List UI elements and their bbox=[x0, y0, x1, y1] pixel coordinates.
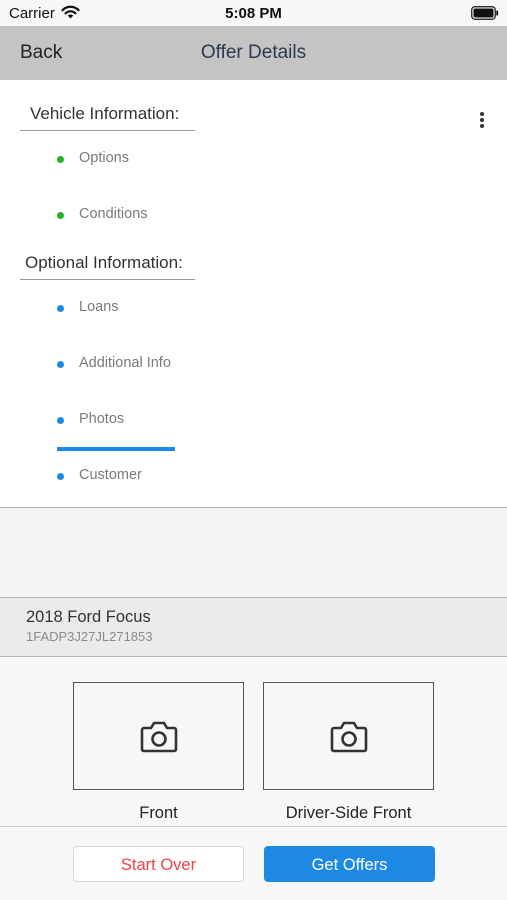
start-over-button[interactable]: Start Over bbox=[73, 846, 244, 882]
menu-item-options[interactable]: Options bbox=[57, 146, 257, 172]
battery-icon bbox=[471, 6, 499, 20]
status-dot bbox=[57, 417, 64, 424]
menu-item-label: Conditions bbox=[79, 206, 148, 222]
nav-bar: Back Offer Details bbox=[0, 26, 507, 80]
menu-item-additional-info[interactable]: Additional Info bbox=[57, 351, 257, 377]
menu-item-conditions[interactable]: Conditions bbox=[57, 202, 257, 228]
vehicle-summary: 2018 Ford Focus 1FADP3J27JL271853 bbox=[0, 597, 507, 657]
status-bar: Carrier 5:08 PM bbox=[0, 0, 507, 26]
status-time: 5:08 PM bbox=[225, 5, 282, 22]
camera-icon bbox=[140, 721, 178, 753]
spacer-area bbox=[0, 508, 507, 597]
status-dot bbox=[57, 473, 64, 480]
menu-item-label: Customer bbox=[79, 467, 142, 483]
menu-item-loans[interactable]: Loans bbox=[57, 295, 257, 321]
get-offers-button[interactable]: Get Offers bbox=[264, 846, 435, 882]
page-title: Offer Details bbox=[200, 42, 307, 63]
status-dot bbox=[57, 212, 64, 219]
menu-item-label: Loans bbox=[79, 299, 119, 315]
more-options-icon[interactable] bbox=[472, 108, 492, 132]
menu-item-label: Options bbox=[79, 150, 129, 166]
photo-slot-front[interactable] bbox=[73, 682, 244, 790]
menu-item-label: Photos bbox=[79, 411, 125, 427]
camera-icon bbox=[330, 721, 368, 753]
vehicle-name: 2018 Ford Focus bbox=[26, 608, 151, 626]
menu-item-label: Additional Info bbox=[79, 355, 171, 371]
status-dot bbox=[57, 305, 64, 312]
vehicle-information-header: Vehicle Information: bbox=[20, 101, 195, 131]
photo-label-driver-side-front: Driver-Side Front bbox=[285, 804, 412, 822]
status-dot bbox=[57, 156, 64, 163]
menu-item-photos[interactable]: Photos bbox=[57, 407, 257, 433]
optional-information-header: Optional Information: bbox=[20, 250, 195, 280]
status-dot bbox=[57, 361, 64, 368]
active-item-indicator bbox=[57, 447, 175, 451]
menu-item-customer[interactable]: Customer bbox=[57, 463, 257, 489]
photo-slot-driver-side-front[interactable] bbox=[263, 682, 434, 790]
photo-label-front: Front bbox=[139, 804, 178, 822]
vehicle-vin: 1FADP3J27JL271853 bbox=[26, 629, 153, 644]
